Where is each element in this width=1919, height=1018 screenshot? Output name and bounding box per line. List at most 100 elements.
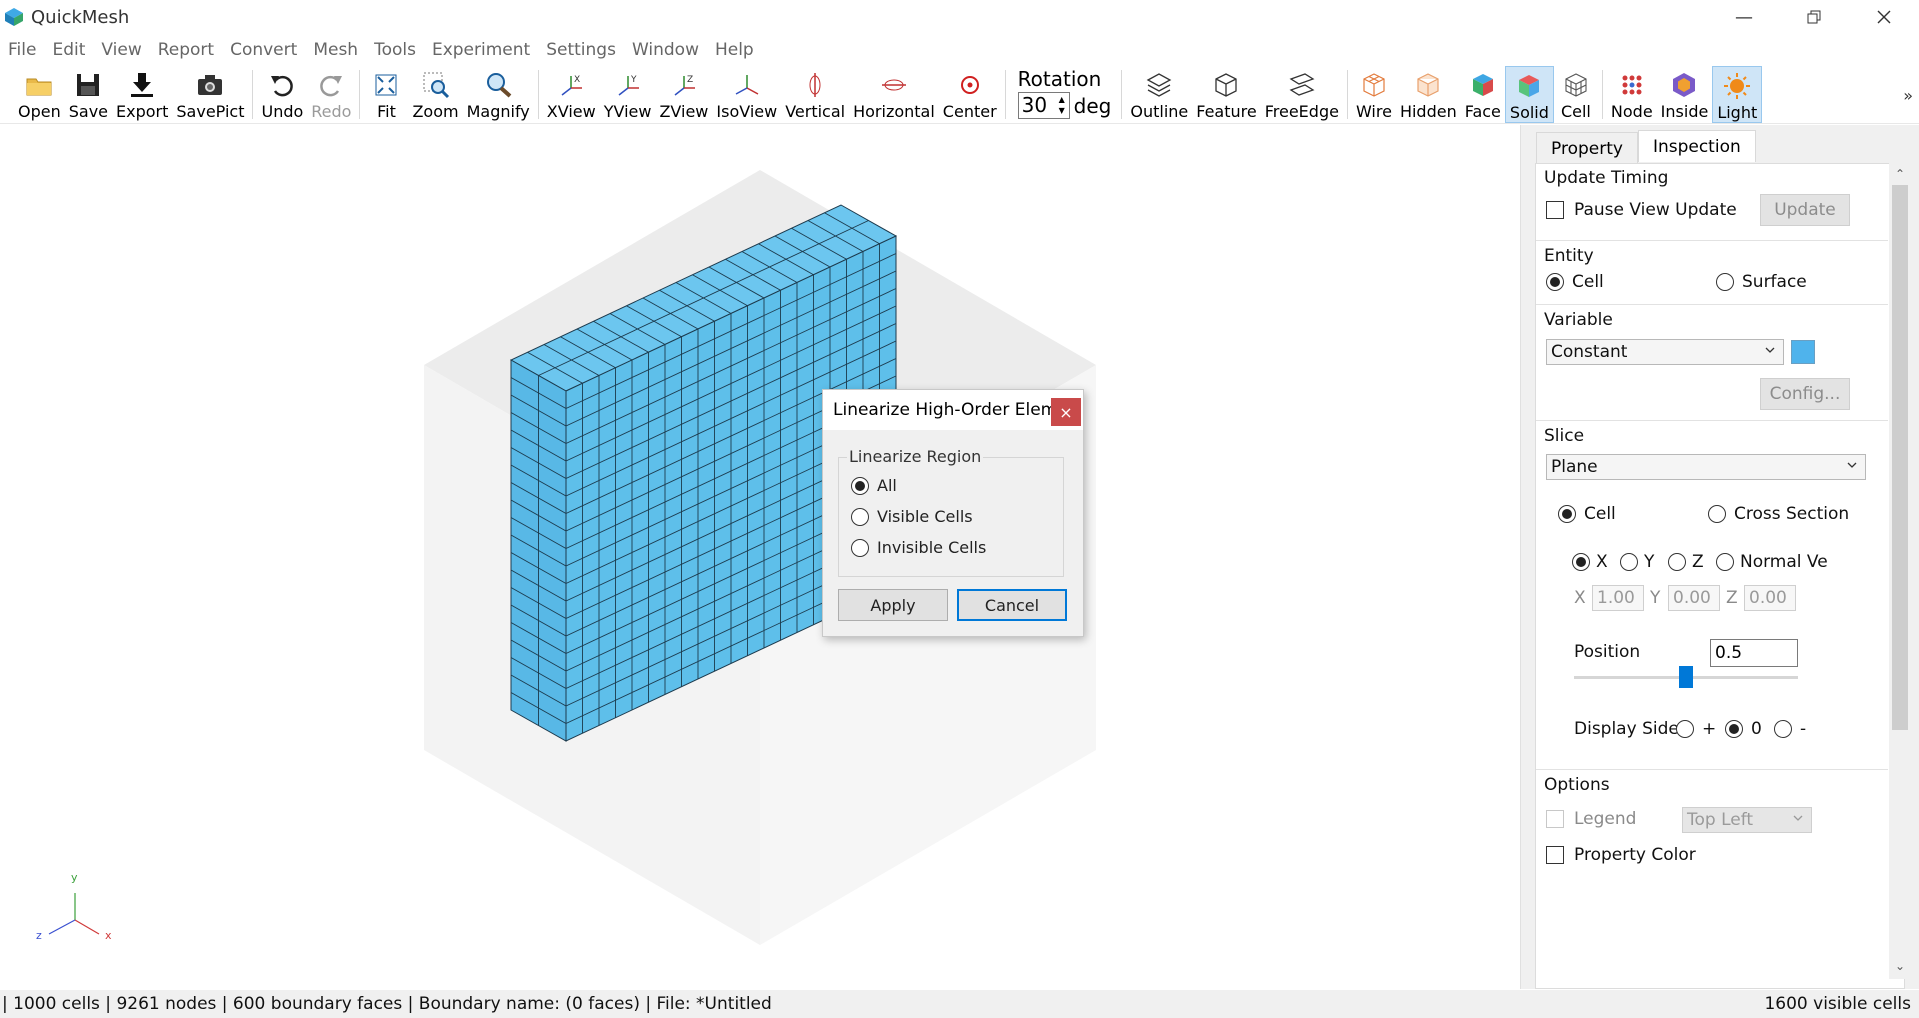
isoview-button[interactable]: IsoView xyxy=(712,66,781,123)
open-button[interactable]: Open xyxy=(14,66,65,123)
menu-experiment[interactable]: Experiment xyxy=(426,40,536,60)
normal-y-input[interactable]: 0.00 xyxy=(1668,585,1720,611)
menu-view[interactable]: View xyxy=(95,40,147,60)
apply-button[interactable]: Apply xyxy=(838,589,948,621)
radio-visible-indicator[interactable] xyxy=(851,507,869,526)
cell-button[interactable]: Cell xyxy=(1554,66,1598,123)
axis-x-indicator[interactable] xyxy=(1572,553,1590,571)
save-button[interactable]: Save xyxy=(65,66,112,123)
side-minus-indicator[interactable] xyxy=(1774,720,1792,738)
side-plus-radio[interactable]: + xyxy=(1676,719,1716,739)
minimize-button[interactable]: — xyxy=(1709,0,1779,34)
position-input[interactable]: 0.5 xyxy=(1710,639,1798,667)
vertical-button[interactable]: Vertical xyxy=(781,66,849,123)
axis-normal-indicator[interactable] xyxy=(1716,553,1734,571)
scroll-down-icon[interactable]: ⌄ xyxy=(1893,959,1907,973)
menu-file[interactable]: File xyxy=(2,40,42,60)
hidden-button[interactable]: Hidden xyxy=(1396,66,1461,123)
axis-y-indicator[interactable] xyxy=(1620,553,1638,571)
slice-type-select[interactable]: Plane xyxy=(1546,454,1866,480)
magnify-button[interactable]: Magnify xyxy=(463,66,534,123)
light-button[interactable]: Light xyxy=(1712,66,1763,123)
side-zero-indicator[interactable] xyxy=(1725,720,1743,738)
slice-cell-indicator[interactable] xyxy=(1558,505,1576,523)
property-color-checkbox[interactable]: Property Color xyxy=(1546,845,1696,865)
side-minus-radio[interactable]: - xyxy=(1774,719,1806,739)
center-button[interactable]: Center xyxy=(939,66,1001,123)
zoom-button[interactable]: Zoom xyxy=(408,66,462,123)
slice-cell-radio[interactable]: Cell xyxy=(1558,504,1616,524)
toolbar-overflow-icon[interactable]: » xyxy=(1903,86,1913,105)
position-slider-thumb[interactable] xyxy=(1679,666,1693,688)
menu-tools[interactable]: Tools xyxy=(368,40,422,60)
menu-mesh[interactable]: Mesh xyxy=(307,40,364,60)
config-button[interactable]: Config... xyxy=(1760,378,1850,410)
node-button[interactable]: Node xyxy=(1607,66,1657,123)
fit-button[interactable]: Fit xyxy=(364,66,408,123)
wire-button[interactable]: Wire xyxy=(1352,66,1396,123)
menu-report[interactable]: Report xyxy=(152,40,220,60)
horizontal-button[interactable]: Horizontal xyxy=(849,66,939,123)
axis-x-radio[interactable]: X xyxy=(1572,552,1608,572)
rotation-spinner[interactable]: ▲ ▼ xyxy=(1056,94,1068,117)
panel-scrollbar[interactable]: ⌃ ⌄ xyxy=(1889,163,1911,979)
face-button[interactable]: Face xyxy=(1461,66,1505,123)
normal-x-input[interactable]: 1.00 xyxy=(1592,585,1644,611)
rotation-input[interactable]: 30 ▲ ▼ xyxy=(1017,92,1070,119)
menu-window[interactable]: Window xyxy=(626,40,705,60)
legend-checkbox[interactable]: Legend xyxy=(1546,809,1636,829)
axis-y-radio[interactable]: Y xyxy=(1620,552,1654,572)
menu-help[interactable]: Help xyxy=(709,40,760,60)
feature-button[interactable]: Feature xyxy=(1192,66,1260,123)
radio-invisible-cells[interactable]: Invisible Cells xyxy=(851,538,986,557)
side-plus-indicator[interactable] xyxy=(1676,720,1694,738)
undo-button[interactable]: Undo xyxy=(257,66,307,123)
3d-viewport[interactable]: y x z xyxy=(0,125,1520,989)
axis-z-radio[interactable]: Z xyxy=(1668,552,1704,572)
scrollbar-thumb[interactable] xyxy=(1892,185,1908,730)
yview-button[interactable]: Y YView xyxy=(600,66,656,123)
menu-settings[interactable]: Settings xyxy=(540,40,622,60)
mesh-canvas[interactable]: y x z xyxy=(0,125,1520,989)
freeedge-button[interactable]: FreeEdge xyxy=(1261,66,1343,123)
scroll-up-icon[interactable]: ⌃ xyxy=(1893,167,1907,181)
solid-button[interactable]: Solid xyxy=(1504,66,1554,123)
dialog-close-button[interactable]: × xyxy=(1051,398,1081,426)
side-zero-radio[interactable]: 0 xyxy=(1725,719,1762,739)
radio-all[interactable]: All xyxy=(851,476,897,495)
radio-visible-cells[interactable]: Visible Cells xyxy=(851,507,973,526)
pause-checkbox-box[interactable] xyxy=(1546,201,1564,219)
slice-cross-section-radio[interactable]: Cross Section xyxy=(1708,504,1849,524)
legend-checkbox-box[interactable] xyxy=(1546,810,1564,828)
cancel-button[interactable]: Cancel xyxy=(957,589,1067,621)
slice-cross-indicator[interactable] xyxy=(1708,505,1726,523)
zview-button[interactable]: Z ZView xyxy=(655,66,712,123)
property-color-checkbox-box[interactable] xyxy=(1546,846,1564,864)
variable-color-swatch[interactable] xyxy=(1791,340,1815,364)
axis-normal-radio[interactable]: Normal Ve xyxy=(1716,552,1828,572)
axis-z-indicator[interactable] xyxy=(1668,553,1686,571)
inside-button[interactable]: Inside xyxy=(1657,66,1713,123)
menu-edit[interactable]: Edit xyxy=(46,40,91,60)
tab-property[interactable]: Property xyxy=(1536,132,1638,164)
radio-invisible-indicator[interactable] xyxy=(851,538,869,557)
restore-button[interactable] xyxy=(1779,0,1849,34)
entity-surface-radio[interactable]: Surface xyxy=(1716,272,1807,292)
savepict-button[interactable]: SavePict xyxy=(172,66,248,123)
redo-button[interactable]: Redo xyxy=(307,66,355,123)
radio-all-indicator[interactable] xyxy=(851,476,869,495)
normal-z-input[interactable]: 0.00 xyxy=(1744,585,1796,611)
export-button[interactable]: Export xyxy=(112,66,172,123)
pause-view-update-checkbox[interactable]: Pause View Update xyxy=(1546,200,1737,220)
xview-button[interactable]: X XView xyxy=(543,66,600,123)
update-button[interactable]: Update xyxy=(1760,194,1850,226)
outline-button[interactable]: Outline xyxy=(1126,66,1192,123)
entity-cell-indicator[interactable] xyxy=(1546,273,1564,291)
close-window-button[interactable] xyxy=(1849,0,1919,34)
legend-position-select[interactable]: Top Left xyxy=(1682,807,1812,833)
entity-surface-indicator[interactable] xyxy=(1716,273,1734,291)
menu-convert[interactable]: Convert xyxy=(224,40,303,60)
entity-cell-radio[interactable]: Cell xyxy=(1546,272,1604,292)
variable-select[interactable]: Constant xyxy=(1546,339,1784,365)
tab-inspection[interactable]: Inspection xyxy=(1637,130,1756,162)
